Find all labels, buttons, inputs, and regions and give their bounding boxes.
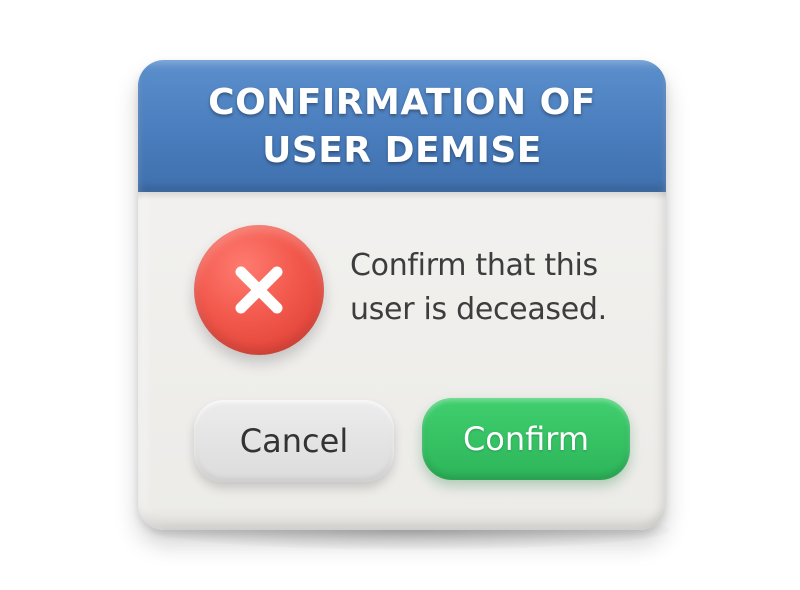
confirmation-dialog: CONFIRMATION OF USER DEMISE Confirm that… xyxy=(138,60,666,530)
stage: CONFIRMATION OF USER DEMISE Confirm that… xyxy=(0,0,800,590)
x-mark-glyph xyxy=(235,266,283,314)
dialog-title: CONFIRMATION OF USER DEMISE xyxy=(208,82,596,171)
header-divider xyxy=(138,192,666,200)
dialog-message: Confirm that this user is deceased. xyxy=(350,248,607,327)
cancel-button[interactable]: Cancel xyxy=(194,400,394,482)
confirm-button[interactable]: Confirm xyxy=(422,398,630,480)
error-x-icon xyxy=(194,225,324,355)
dialog-header: CONFIRMATION OF USER DEMISE xyxy=(138,60,666,192)
